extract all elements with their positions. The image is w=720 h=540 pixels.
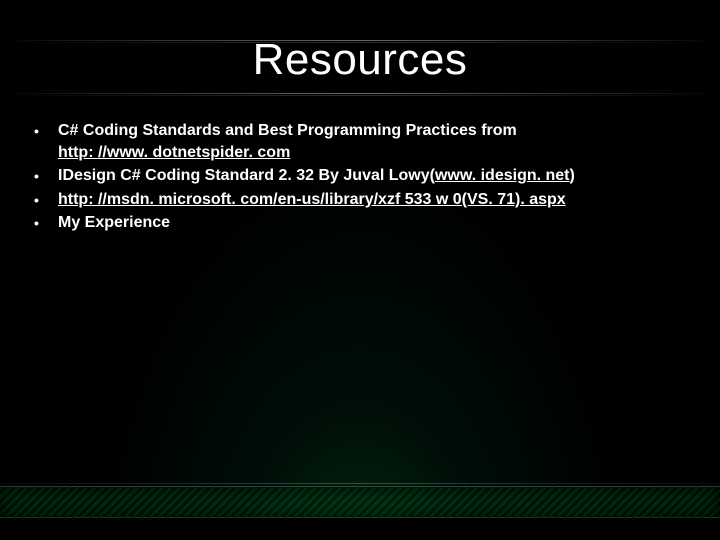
list-item: • http: //msdn. microsoft. com/en-us/lib… (30, 189, 680, 211)
slide-title: Resources (0, 34, 720, 87)
resource-link[interactable]: www. idesign. net (435, 167, 570, 184)
bullet-icon: • (34, 122, 39, 142)
divider-line (14, 93, 706, 94)
bullet-list: • C# Coding Standards and Best Programmi… (30, 120, 680, 234)
list-item-text: C# Coding Standards and Best Programming… (58, 122, 517, 139)
footer-band (0, 486, 720, 518)
list-item: • IDesign C# Coding Standard 2. 32 By Ju… (30, 165, 680, 187)
slide: Resources • C# Coding Standards and Best… (0, 0, 720, 540)
list-item: • C# Coding Standards and Best Programmi… (30, 120, 680, 163)
bullet-icon: • (34, 167, 39, 187)
bullet-icon: • (34, 191, 39, 211)
list-item-text: My Experience (58, 214, 170, 231)
content-body: • C# Coding Standards and Best Programmi… (30, 120, 680, 236)
bullet-icon: • (34, 214, 39, 234)
title-area: Resources (0, 6, 720, 88)
footer-strip (0, 518, 720, 540)
resource-link[interactable]: http: //msdn. microsoft. com/en-us/libra… (58, 191, 566, 208)
list-item: • My Experience (30, 212, 680, 234)
list-item-text-after: ) (570, 167, 575, 184)
list-item-text: IDesign C# Coding Standard 2. 32 By Juva… (58, 167, 435, 184)
resource-link[interactable]: http: //www. dotnetspider. com (58, 142, 290, 164)
divider-line (14, 95, 706, 96)
divider-line (0, 483, 720, 484)
